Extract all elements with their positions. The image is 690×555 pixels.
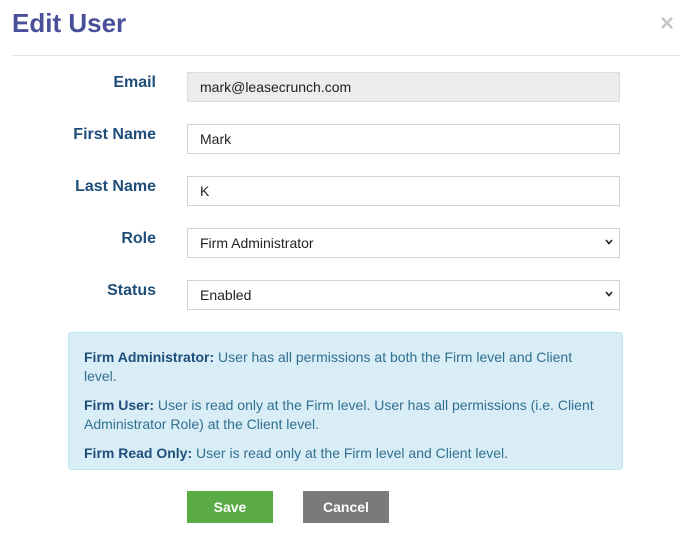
email-field[interactable]: mark@leasecrunch.com bbox=[187, 72, 620, 102]
info-desc: User is read only at the Firm level and … bbox=[192, 445, 509, 461]
status-label: Status bbox=[107, 282, 156, 299]
close-icon[interactable]: × bbox=[660, 10, 674, 38]
modal-title: Edit User bbox=[12, 8, 127, 38]
info-term: Firm User: bbox=[84, 397, 155, 413]
info-item-firm-user: Firm User: User is read only at the Firm… bbox=[84, 396, 607, 434]
last-name-label: Last Name bbox=[75, 178, 156, 195]
role-select[interactable]: Firm Administrator bbox=[187, 228, 620, 258]
chevron-down-icon bbox=[605, 291, 613, 297]
first-name-field[interactable]: Mark bbox=[187, 124, 620, 154]
chevron-down-icon bbox=[605, 239, 613, 245]
info-item-firm-read-only: Firm Read Only: User is read only at the… bbox=[84, 444, 607, 463]
cancel-button[interactable]: Cancel bbox=[303, 491, 389, 523]
role-select-value: Firm Administrator bbox=[200, 235, 314, 251]
role-info-box: Firm Administrator: User has all permiss… bbox=[68, 332, 623, 470]
save-button[interactable]: Save bbox=[187, 491, 273, 523]
first-name-label: First Name bbox=[73, 126, 156, 143]
status-select-value: Enabled bbox=[200, 287, 252, 303]
info-item-firm-administrator: Firm Administrator: User has all permiss… bbox=[84, 348, 607, 386]
status-select[interactable]: Enabled bbox=[187, 280, 620, 310]
email-label: Email bbox=[113, 74, 156, 91]
info-term: Firm Read Only: bbox=[84, 445, 193, 461]
last-name-field[interactable]: K bbox=[187, 176, 620, 206]
header-divider bbox=[12, 55, 680, 56]
info-desc: User is read only at the Firm level. Use… bbox=[84, 397, 594, 432]
role-label: Role bbox=[121, 230, 156, 247]
info-term: Firm Administrator: bbox=[84, 349, 215, 365]
